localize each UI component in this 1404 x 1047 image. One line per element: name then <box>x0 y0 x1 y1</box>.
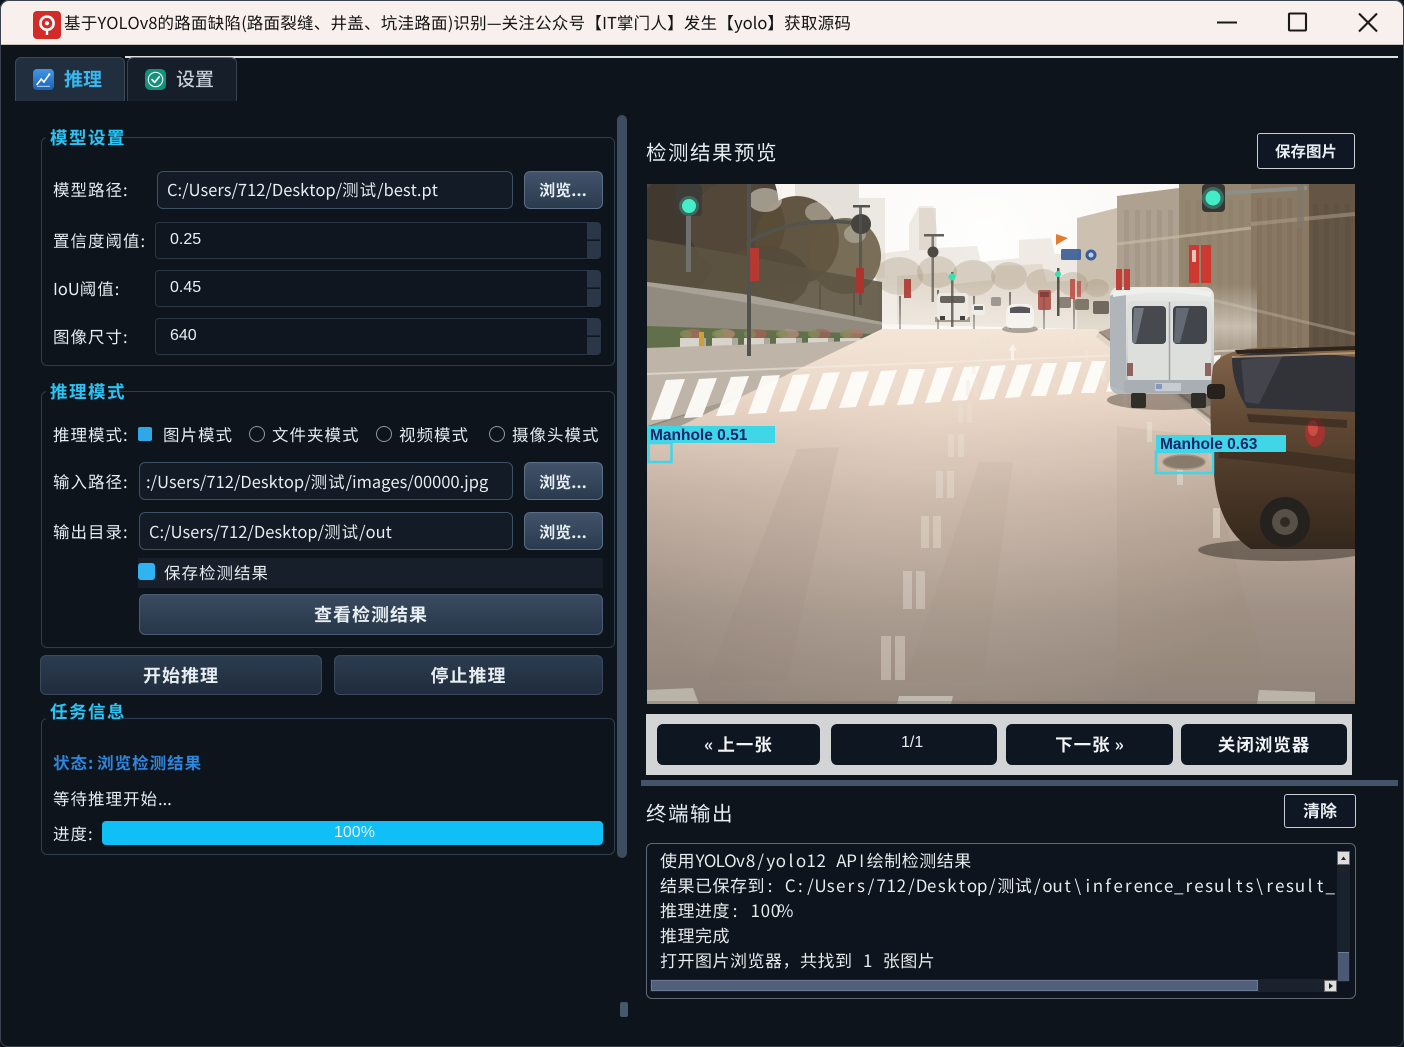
svg-text:Manhole 0.63: Manhole 0.63 <box>1160 436 1258 453</box>
svg-text:Manhole 0.51: Manhole 0.51 <box>650 427 748 444</box>
